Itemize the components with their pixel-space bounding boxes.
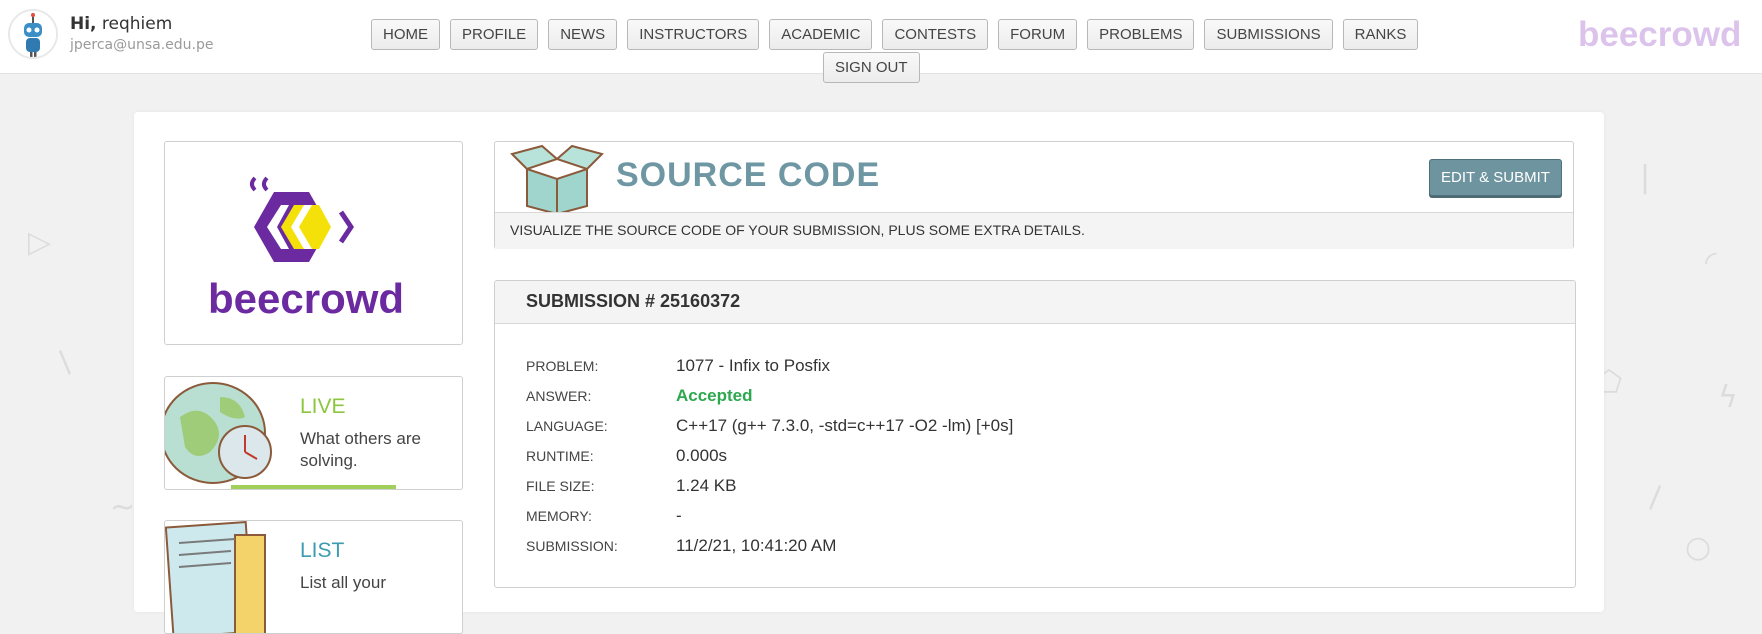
detail-key: RUNTIME:	[526, 448, 594, 464]
detail-value: C++17 (g++ 7.3.0, -std=c++17 -O2 -lm) [+…	[676, 416, 1014, 435]
brand-logo-text[interactable]: beecrowd	[1578, 15, 1741, 55]
list-card[interactable]: LIST List all your	[164, 520, 463, 634]
nav-problems[interactable]: PROBLEMS	[1087, 19, 1195, 50]
detail-value: 0.000s	[676, 446, 728, 465]
nav-forum[interactable]: FORUM	[998, 19, 1078, 50]
source-code-panel: SOURCE CODE EDIT & SUBMIT VISUALIZE THE …	[494, 141, 1574, 249]
beecrowd-logo-icon	[250, 176, 355, 262]
subtitle-bar: VISUALIZE THE SOURCE CODE OF YOUR SUBMIS…	[495, 212, 1573, 249]
sign-out-button[interactable]: SIGN OUT	[823, 52, 920, 83]
detail-row-answer: ANSWER: Accepted	[526, 386, 1526, 412]
detail-key: LANGUAGE:	[526, 418, 608, 434]
detail-row-submission-date: SUBMISSION: 11/2/21, 10:41:20 AM	[526, 536, 1526, 562]
detail-row-memory: MEMORY: -	[526, 506, 1526, 532]
detail-value: 11/2/21, 10:41:20 AM	[676, 536, 837, 555]
page-title: SOURCE CODE	[616, 156, 881, 194]
avatar[interactable]	[8, 9, 58, 59]
detail-row-problem: PROBLEM: 1077 - Infix to Posfix	[526, 356, 1526, 382]
list-desc: List all your	[300, 573, 386, 592]
submission-panel: SUBMISSION # 25160372 PROBLEM: 1077 - In…	[494, 280, 1576, 588]
bg-triangle-decoration: ▷	[28, 225, 52, 260]
list-title: LIST	[300, 539, 345, 562]
detail-row-file-size: FILE SIZE: 1.24 KB	[526, 476, 1526, 502]
nav-news[interactable]: NEWS	[548, 19, 618, 50]
nav-submissions[interactable]: SUBMISSIONS	[1204, 19, 1333, 50]
submission-id: SUBMISSION # 25160372	[526, 291, 741, 311]
bg-line-decoration: \	[1639, 480, 1671, 515]
robot-avatar-icon	[10, 11, 56, 57]
page-subtitle: VISUALIZE THE SOURCE CODE OF YOUR SUBMIS…	[510, 222, 1085, 238]
detail-row-language: LANGUAGE: C++17 (g++ 7.3.0, -std=c++17 -…	[526, 416, 1526, 442]
live-card[interactable]: LIVE What others are solving.	[164, 376, 463, 490]
beecrowd-logo-box[interactable]: beecrowd	[164, 141, 463, 345]
paper-list-icon	[165, 521, 266, 633]
greeting: Hi, reqhiem	[70, 14, 172, 34]
detail-key: MEMORY:	[526, 508, 592, 524]
answer-status: Accepted	[676, 386, 753, 405]
main-nav: HOME PROFILE NEWS INSTRUCTORS ACADEMIC C…	[371, 19, 1419, 51]
detail-key: PROBLEM:	[526, 358, 599, 374]
detail-key: FILE SIZE:	[526, 478, 595, 494]
user-email: jperca@unsa.edu.pe	[70, 37, 214, 53]
nav-contests[interactable]: CONTESTS	[882, 19, 989, 50]
detail-value: 1077 - Infix to Posfix	[676, 356, 831, 375]
nav-ranks[interactable]: RANKS	[1342, 19, 1419, 50]
edit-submit-button[interactable]: EDIT & SUBMIT	[1429, 159, 1562, 196]
live-desc: What others are solving.	[300, 429, 421, 470]
nav-home[interactable]: HOME	[371, 19, 440, 50]
greeting-prefix: Hi,	[70, 14, 97, 34]
bg-tilde-decoration: ~	[110, 490, 136, 525]
nav-academic[interactable]: ACADEMIC	[769, 19, 873, 50]
bg-line-decoration: |	[1640, 160, 1651, 195]
detail-value: 1.24 KB	[676, 476, 737, 495]
detail-key: ANSWER:	[526, 388, 592, 404]
nav-instructors[interactable]: INSTRUCTORS	[627, 19, 760, 50]
bg-bolt-decoration: ϟ	[1718, 380, 1738, 415]
nav-profile[interactable]: PROFILE	[450, 19, 539, 50]
open-box-icon	[510, 144, 604, 214]
live-progress-bar	[231, 485, 396, 489]
detail-key: SUBMISSION:	[526, 538, 618, 554]
detail-row-runtime: RUNTIME: 0.000s	[526, 446, 1526, 472]
detail-value: -	[676, 506, 682, 525]
user-name: reqhiem	[101, 14, 173, 34]
bg-circle-decoration: ○	[1685, 530, 1712, 565]
submission-header: SUBMISSION # 25160372	[495, 281, 1575, 324]
logo-text: beecrowd	[208, 275, 405, 322]
bg-arc-decoration: ◜	[1705, 245, 1717, 280]
live-title: LIVE	[300, 395, 346, 418]
bg-line-decoration: /	[49, 345, 81, 380]
globe-clock-icon	[165, 382, 272, 484]
